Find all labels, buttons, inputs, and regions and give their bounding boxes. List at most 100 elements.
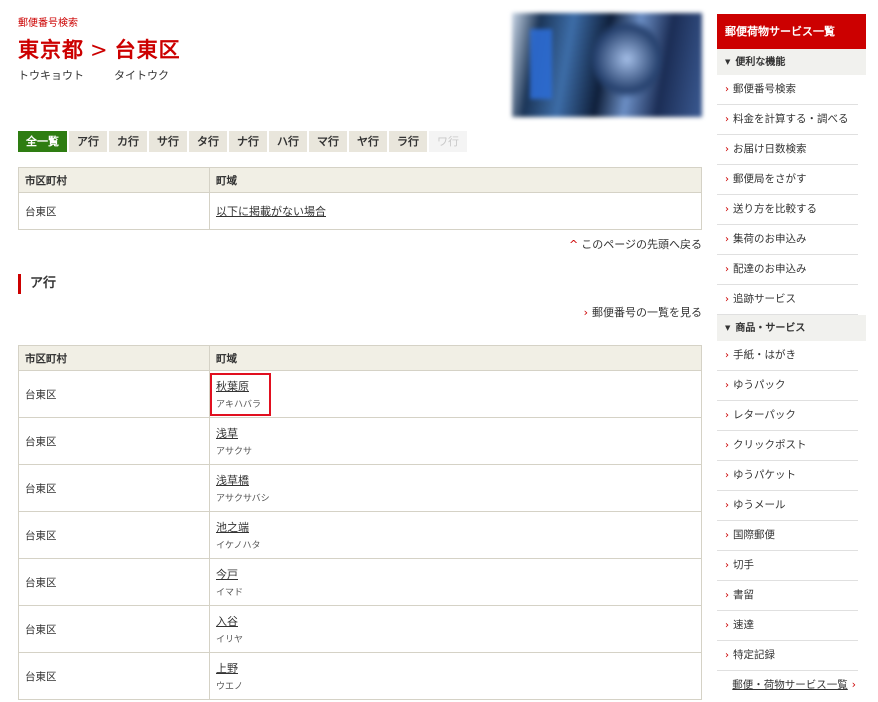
tab-row-5[interactable]: ナ行 xyxy=(229,131,267,152)
table-row: 台東区 入谷 イリヤ xyxy=(18,605,702,653)
cell-town: 上野 ウエノ xyxy=(209,652,702,700)
sidebar-item-label: ゆうパケット xyxy=(733,469,796,481)
section-heading-a-row: ア行 xyxy=(18,274,56,294)
cell-city: 台東区 xyxy=(18,417,210,465)
town-link[interactable]: 上野 xyxy=(216,662,238,675)
chevron-right-icon: › xyxy=(725,294,729,305)
table-row: 台東区 秋葉原 アキハバラ xyxy=(18,370,702,418)
table-header-row: 市区町村 町域 xyxy=(18,167,702,193)
sidebar-item[interactable]: › ゆうメール xyxy=(717,491,858,521)
tab-all[interactable]: 全一覧 xyxy=(18,131,67,152)
town-link[interactable]: 今戸 xyxy=(216,568,238,581)
postal-list-link[interactable]: › 郵便番号の一覧を見る xyxy=(584,304,702,320)
table-row: 台東区 浅草アサクサ xyxy=(18,417,702,465)
title-prefecture: 東京都 xyxy=(18,38,84,62)
sidebar-item[interactable]: › 集荷のお申込み xyxy=(717,225,858,255)
column-header-town: 町域 xyxy=(209,345,702,371)
sidebar-item-label: 速達 xyxy=(733,619,754,631)
all-services-link[interactable]: 郵便・荷物サービス一覧 xyxy=(732,679,848,691)
cell-city: 台東区 xyxy=(18,464,210,512)
town-kana: イマド xyxy=(216,588,244,598)
sidebar-item-label: レターパック xyxy=(733,409,796,421)
breadcrumb[interactable]: 郵便番号検索 xyxy=(18,14,78,29)
chevron-right-icon: › xyxy=(725,234,729,245)
chevron-right-icon: › xyxy=(725,380,729,391)
page-title: 東京都 > 台東区 xyxy=(18,34,181,64)
sidebar-item-label: 切手 xyxy=(733,559,754,571)
kana-row-tabs: 全一覧 ア行 カ行 サ行 タ行 ナ行 ハ行 マ行 ヤ行 ラ行 ワ行 xyxy=(18,131,467,152)
column-header-city: 市区町村 xyxy=(18,345,210,371)
sidebar-item-label: 送り方を比較する xyxy=(733,203,817,215)
sidebar-item-label: 国際郵便 xyxy=(733,529,775,541)
sidebar-item[interactable]: › レターパック xyxy=(717,401,858,431)
sidebar-item[interactable]: › 配達のお申込み xyxy=(717,255,858,285)
promo-banner-image[interactable] xyxy=(512,13,702,117)
sidebar-item-label: 料金を計算する・調べる xyxy=(733,113,849,125)
sidebar-item-label: お届け日数検索 xyxy=(733,143,807,155)
town-kana: アサクサ xyxy=(216,447,253,457)
city-kana: タイトウク xyxy=(114,69,169,82)
tab-row-2[interactable]: カ行 xyxy=(109,131,147,152)
table-row: 台東区 浅草橋 アサクサバシ xyxy=(18,464,702,512)
tab-row-8[interactable]: ヤ行 xyxy=(349,131,387,152)
sidebar-item[interactable]: › お届け日数検索 xyxy=(717,135,858,165)
town-entry: 浅草 アサクサ xyxy=(216,425,695,457)
sidebar-group-heading[interactable]: ▼ 便利な機能 xyxy=(717,49,866,75)
sidebar-item[interactable]: › 郵便番号検索 xyxy=(717,75,858,105)
title-kana: トウキョウト タイトウク xyxy=(18,67,169,83)
cell-city: 台東区 xyxy=(18,605,210,653)
chevron-right-icon: › xyxy=(725,174,729,185)
town-link[interactable]: 浅草橋 xyxy=(216,474,249,487)
tab-row-10: ワ行 xyxy=(429,131,467,152)
chevron-right-icon: › xyxy=(725,440,729,451)
back-to-top-link[interactable]: ^ このページの先頭へ戻る xyxy=(569,236,702,252)
town-link[interactable]: 秋葉原 xyxy=(216,380,249,393)
town-link[interactable]: 入谷 xyxy=(216,615,238,628)
sidebar-item-label: 集荷のお申込み xyxy=(733,233,807,245)
tab-row-1[interactable]: ア行 xyxy=(69,131,107,152)
back-to-top-label: このページの先頭へ戻る xyxy=(581,238,702,251)
sidebar-item[interactable]: › 切手 xyxy=(717,551,858,581)
sidebar-item[interactable]: › 書留 xyxy=(717,581,858,611)
chevron-right-icon: › xyxy=(725,470,729,481)
sidebar-more: 郵便・荷物サービス一覧 › xyxy=(717,671,866,699)
postal-list-label: 郵便番号の一覧を見る xyxy=(592,306,702,319)
chevron-right-icon: › xyxy=(725,84,729,95)
tab-row-6[interactable]: ハ行 xyxy=(269,131,307,152)
town-link[interactable]: 池之端 xyxy=(216,521,249,534)
chevron-right-icon: › xyxy=(725,560,729,571)
sidebar-item[interactable]: › 特定記録 xyxy=(717,641,858,671)
sidebar-item[interactable]: › 国際郵便 xyxy=(717,521,858,551)
tab-row-9[interactable]: ラ行 xyxy=(389,131,427,152)
tab-row-4[interactable]: タ行 xyxy=(189,131,227,152)
town-link[interactable]: 浅草 xyxy=(216,427,238,440)
sidebar-item-label: 手紙・はがき xyxy=(733,349,796,361)
triangle-down-icon: ▼ xyxy=(725,324,731,332)
tab-row-7[interactable]: マ行 xyxy=(309,131,347,152)
sidebar-group-heading[interactable]: ▼ 商品・サービス xyxy=(717,315,866,341)
chevron-right-icon: › xyxy=(725,590,729,601)
sidebar-item[interactable]: › クリックポスト xyxy=(717,431,858,461)
cell-town: 池之端 イケノハタ xyxy=(209,511,702,559)
sidebar-item[interactable]: › ゆうパケット xyxy=(717,461,858,491)
sidebar-item[interactable]: › 追跡サービス xyxy=(717,285,858,315)
sidebar-item[interactable]: › 郵便局をさがす xyxy=(717,165,858,195)
town-entry: 入谷 イリヤ xyxy=(216,613,695,645)
title-city: 台東区 xyxy=(114,38,181,62)
chevron-right-icon: › xyxy=(725,530,729,541)
town-kana: ウエノ xyxy=(216,682,244,692)
cell-town: 秋葉原 アキハバラ xyxy=(209,370,702,418)
cell-city: 台東区 xyxy=(18,511,210,559)
cell-town: 浅草 アサクサ xyxy=(209,417,702,465)
sidebar-item[interactable]: › ゆうパック xyxy=(717,371,858,401)
tab-row-3[interactable]: サ行 xyxy=(149,131,187,152)
sidebar-item[interactable]: › 手紙・はがき xyxy=(717,341,858,371)
town-link-not-listed[interactable]: 以下に掲載がない場合 xyxy=(216,205,326,218)
sidebar-item[interactable]: › 料金を計算する・調べる xyxy=(717,105,858,135)
chevron-right-icon: › xyxy=(725,620,729,631)
sidebar-item[interactable]: › 速達 xyxy=(717,611,858,641)
table-row: 台東区 今戸 イマド xyxy=(18,558,702,606)
a-row-table: 市区町村 町域 台東区 秋葉原 アキハバラ 台東区 浅草 アサクサ 台東区 浅草橋 アサクサバシ… xyxy=(18,345,702,700)
sidebar-item[interactable]: › 送り方を比較する xyxy=(717,195,858,225)
table-row: 台東区 池之端 イケノハタ xyxy=(18,511,702,559)
